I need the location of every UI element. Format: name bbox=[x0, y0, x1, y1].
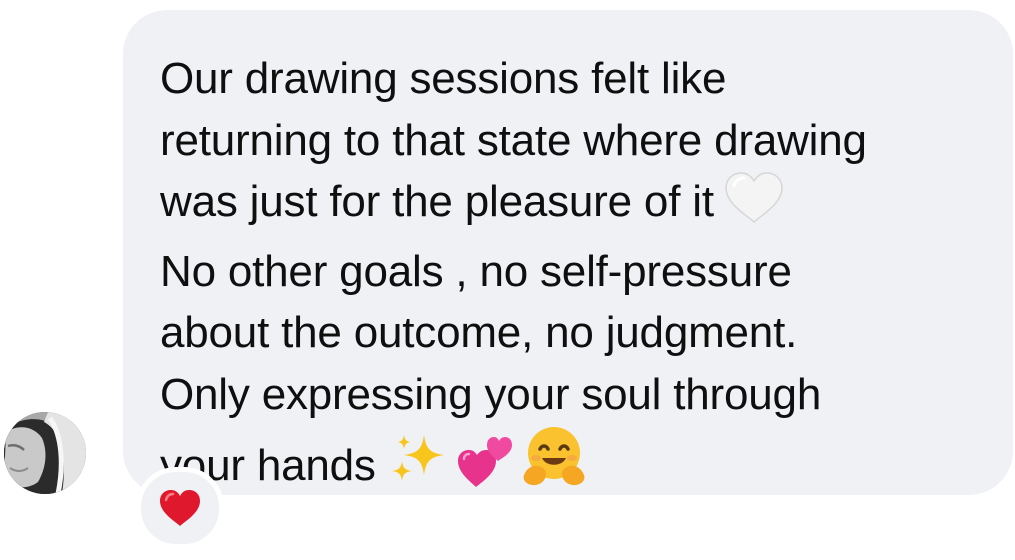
red-heart-icon bbox=[160, 490, 200, 526]
message-line: returning to that state where drawing bbox=[160, 115, 867, 165]
message-bubble[interactable]: Our drawing sessions felt like returning… bbox=[123, 10, 1013, 495]
heart-reaction-badge[interactable] bbox=[136, 467, 224, 549]
message-thread: Our drawing sessions felt like returning… bbox=[0, 0, 1015, 560]
message-line: was just for the pleasure of it bbox=[160, 171, 983, 241]
profile-photo-icon bbox=[4, 412, 86, 494]
hugging-face-icon bbox=[522, 425, 586, 506]
two-hearts-icon bbox=[456, 431, 514, 506]
message-line: Our drawing sessions felt like bbox=[160, 54, 727, 103]
sender-avatar[interactable] bbox=[4, 412, 86, 494]
message-line: your hands bbox=[160, 425, 983, 506]
message-line: about the outcome, no judgment. bbox=[160, 308, 798, 357]
message-line: No other goals , no self-pressure bbox=[160, 246, 792, 296]
message-line: Only expressing your soul through bbox=[160, 369, 822, 419]
sparkles-icon bbox=[390, 431, 448, 506]
white-heart-icon bbox=[724, 172, 784, 241]
